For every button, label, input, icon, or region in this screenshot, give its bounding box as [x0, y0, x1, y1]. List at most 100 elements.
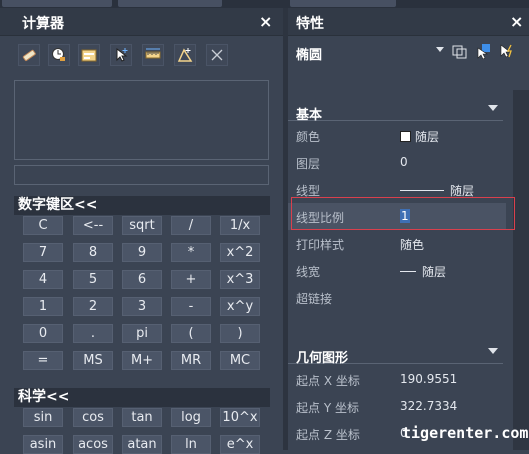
prop-row-lineweight[interactable]: 线宽 随层 — [288, 257, 506, 284]
prop-row-layer[interactable]: 图层 0 — [288, 149, 506, 176]
prop-name: 线宽 — [296, 265, 321, 279]
select-objects-icon[interactable] — [452, 43, 468, 62]
chevron-down-icon[interactable] — [488, 105, 498, 111]
key-sin[interactable]: sin — [23, 408, 63, 427]
key-log[interactable]: log — [171, 408, 211, 427]
key-decimal[interactable]: . — [73, 324, 113, 343]
eraser-icon[interactable] — [18, 44, 40, 66]
key-pi[interactable]: pi — [122, 324, 162, 343]
key-memory-recall[interactable]: MR — [171, 351, 211, 370]
key-ln[interactable]: ln — [171, 435, 211, 454]
chevron-down-icon[interactable] — [436, 47, 444, 52]
key-memory-add[interactable]: M+ — [122, 351, 162, 370]
lineweight-sample — [400, 271, 416, 272]
key-reciprocal[interactable]: 1/x — [220, 216, 260, 235]
key-ten-power[interactable]: 10^x — [220, 408, 260, 427]
object-type-selector[interactable]: 椭圆 — [288, 35, 529, 65]
key-3[interactable]: 3 — [122, 297, 162, 316]
prop-name: 起点 Y 坐标 — [296, 401, 359, 415]
key-2[interactable]: 2 — [73, 297, 113, 316]
key-acos[interactable]: acos — [73, 435, 113, 454]
key-equals[interactable]: = — [23, 351, 63, 370]
prop-name: 图层 — [296, 157, 321, 171]
prop-name: 打印样式 — [296, 238, 345, 252]
prop-value: 随层 — [400, 263, 446, 280]
close-icon[interactable]: × — [259, 12, 272, 31]
prop-row-hyperlink[interactable]: 超链接 — [288, 284, 506, 311]
key-divide[interactable]: / — [171, 216, 211, 235]
angle-icon[interactable] — [174, 44, 196, 66]
calculator-title: 计算器 — [22, 16, 64, 32]
close-icon[interactable]: × — [510, 12, 523, 31]
calculator-panel: 计算器 × 数字键区<< C <-- sqrt / 1/x 7 8 9 * x^… — [0, 8, 283, 454]
prop-value: 322.7334 — [400, 399, 458, 413]
key-backspace[interactable]: <-- — [73, 216, 113, 235]
group-geometry-title: 几何图形 — [296, 351, 349, 366]
prop-row-plot-style[interactable]: 打印样式 随色 — [288, 230, 506, 257]
calculator-display[interactable] — [14, 80, 269, 160]
key-tan[interactable]: tan — [122, 408, 162, 427]
science-header[interactable]: 科学<< — [14, 388, 270, 407]
group-general-header[interactable]: 基本 — [288, 100, 503, 123]
key-5[interactable]: 5 — [73, 270, 113, 289]
properties-scrollbar[interactable] — [513, 90, 529, 450]
key-sqrt[interactable]: sqrt — [122, 216, 162, 235]
prop-value: 0 — [400, 155, 408, 169]
properties-header: 特性 × — [288, 8, 529, 36]
highlight-box — [291, 197, 515, 230]
prop-value: 随色 — [400, 238, 425, 252]
key-0[interactable]: 0 — [23, 324, 63, 343]
key-asin[interactable]: asin — [23, 435, 63, 454]
group-general-title: 基本 — [296, 108, 323, 123]
watermark: tigerenter.com — [402, 424, 529, 442]
key-memory-clear[interactable]: MC — [220, 351, 260, 370]
pick-point-icon[interactable] — [110, 44, 132, 66]
units-icon[interactable] — [78, 44, 100, 66]
prop-row-start-x[interactable]: 起点 X 坐标 190.9551 — [288, 366, 506, 393]
group-geometry-header[interactable]: 几何图形 — [288, 343, 503, 366]
key-7[interactable]: 7 — [23, 243, 63, 262]
measure-distance-icon[interactable] — [142, 44, 164, 66]
prop-value-text: 随层 — [450, 184, 475, 198]
key-memory-store[interactable]: MS — [73, 351, 113, 370]
key-minus[interactable]: - — [171, 297, 211, 316]
key-close-paren[interactable]: ) — [220, 324, 260, 343]
key-exp[interactable]: e^x — [220, 435, 260, 454]
key-1[interactable]: 1 — [23, 297, 63, 316]
key-multiply[interactable]: * — [171, 243, 211, 262]
key-4[interactable]: 4 — [23, 270, 63, 289]
key-plus[interactable]: + — [171, 270, 211, 289]
prop-name: 颜色 — [296, 130, 321, 144]
calculator-input-field[interactable] — [14, 165, 269, 185]
key-c[interactable]: C — [23, 216, 63, 235]
quick-select-icon[interactable] — [476, 43, 492, 62]
key-square[interactable]: x^2 — [220, 243, 260, 262]
prop-name: 起点 Z 坐标 — [296, 428, 360, 442]
prop-value-text: 随层 — [415, 130, 440, 144]
properties-title: 特性 — [296, 16, 324, 32]
top-tab[interactable] — [2, 0, 112, 7]
chevron-down-icon[interactable] — [488, 348, 498, 354]
key-atan[interactable]: atan — [122, 435, 162, 454]
prop-name: 起点 X 坐标 — [296, 374, 360, 388]
key-cos[interactable]: cos — [73, 408, 113, 427]
color-swatch — [400, 131, 411, 142]
object-type: 椭圆 — [296, 48, 323, 63]
calculator-header: 计算器 × — [0, 8, 283, 36]
prop-row-color[interactable]: 颜色 随层 — [288, 122, 506, 149]
key-power[interactable]: x^y — [220, 297, 260, 316]
key-6[interactable]: 6 — [122, 270, 162, 289]
key-9[interactable]: 9 — [122, 243, 162, 262]
top-tab-strip — [0, 0, 529, 8]
prop-value: 190.9551 — [400, 372, 458, 386]
close-x-icon[interactable] — [206, 44, 228, 66]
top-tab[interactable] — [290, 0, 396, 7]
key-open-paren[interactable]: ( — [171, 324, 211, 343]
key-8[interactable]: 8 — [73, 243, 113, 262]
top-tab[interactable] — [118, 0, 222, 7]
numpad-header[interactable]: 数字键区<< — [14, 196, 270, 215]
prop-row-start-y[interactable]: 起点 Y 坐标 322.7334 — [288, 393, 506, 420]
toggle-pickadd-icon[interactable] — [498, 43, 514, 62]
key-cube[interactable]: x^3 — [220, 270, 260, 289]
clock-icon[interactable] — [48, 44, 70, 66]
